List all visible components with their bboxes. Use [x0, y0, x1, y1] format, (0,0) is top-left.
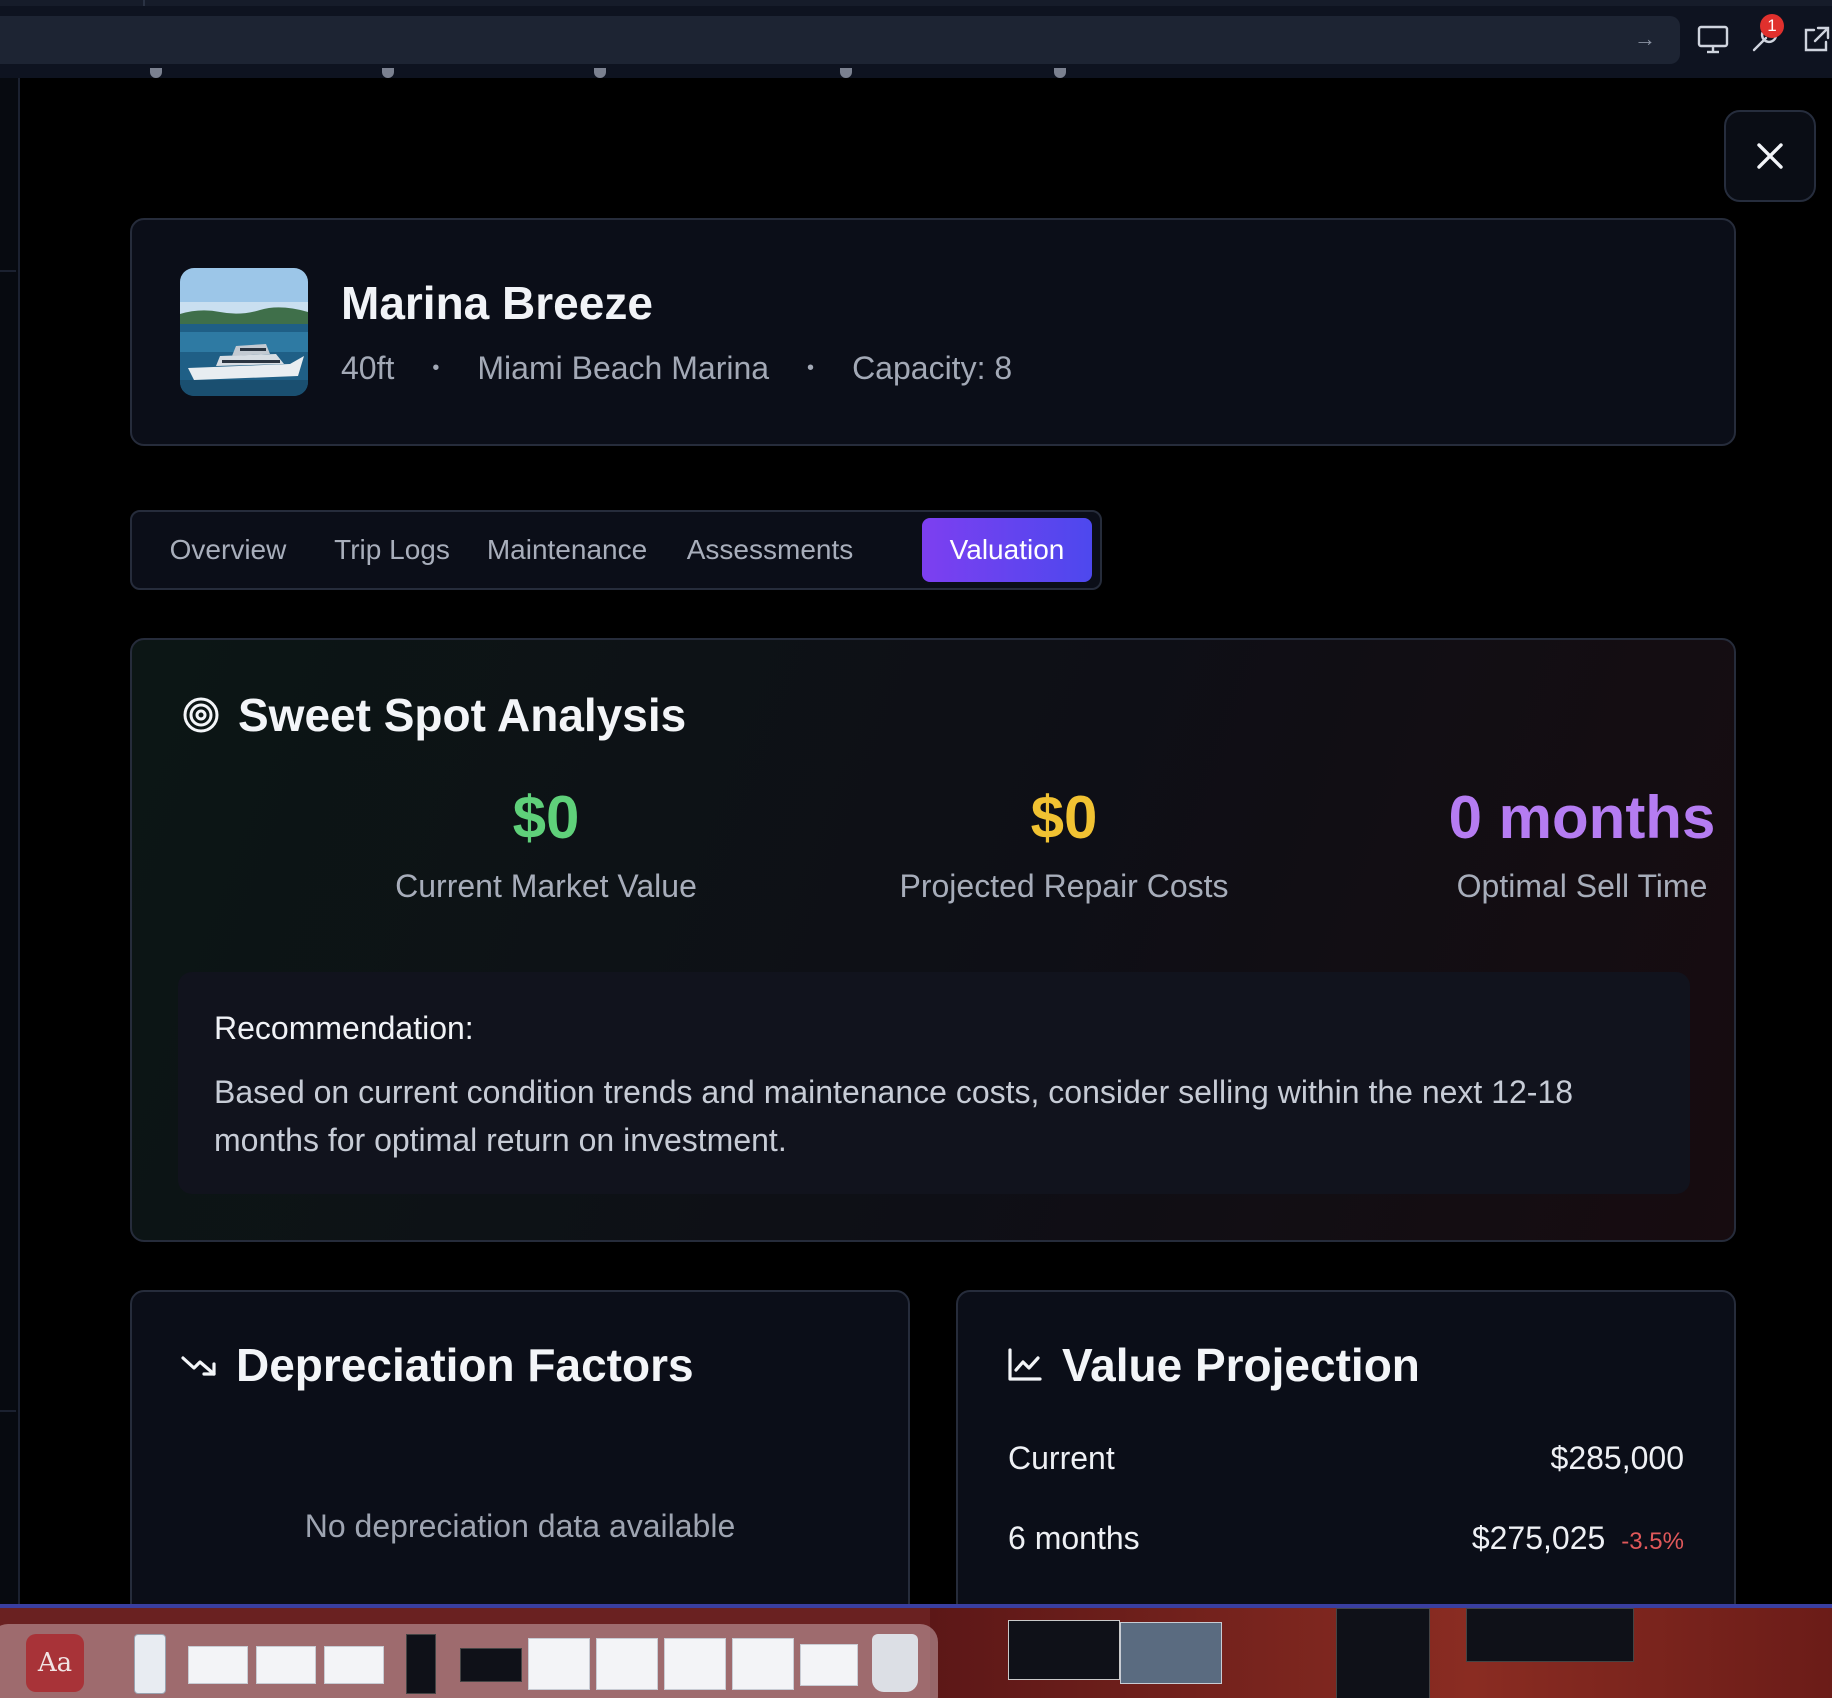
metric-projected-repair-costs: $0 Projected Repair Costs: [804, 782, 1324, 905]
desktop-window-thumbnail: [1120, 1622, 1222, 1684]
projection-period: 6 months: [1008, 1520, 1140, 1556]
screenshot-thumbnail[interactable]: [406, 1634, 436, 1694]
boat-capacity: Capacity: 8: [852, 350, 1013, 386]
address-bar[interactable]: →: [0, 16, 1680, 64]
sweet-spot-title: Sweet Spot Analysis: [238, 689, 687, 741]
value-projection-title: Value Projection: [1062, 1339, 1420, 1391]
dock: Aa: [0, 1608, 1832, 1698]
screenshot-thumbnail[interactable]: [188, 1646, 248, 1684]
boat-name: Marina Breeze: [341, 277, 653, 329]
metric-label: Projected Repair Costs: [899, 868, 1229, 904]
metric-value: 0 months: [1448, 784, 1716, 851]
tab-overview[interactable]: Overview: [144, 518, 312, 582]
screenshot-thumbnail[interactable]: [256, 1646, 316, 1684]
projection-row: Current $285,000: [1008, 1440, 1684, 1477]
desktop-window-thumbnail: [1466, 1608, 1634, 1662]
recommendation-box: Recommendation: Based on current conditi…: [178, 972, 1690, 1194]
projection-value: $275,025: [1471, 1520, 1606, 1556]
projection-period: Current: [1008, 1440, 1115, 1476]
tab-trip-logs[interactable]: Trip Logs: [320, 518, 464, 582]
value-projection-heading: Value Projection: [1006, 1338, 1420, 1392]
arrow-right-icon[interactable]: →: [1634, 28, 1656, 50]
tab-strip: [0, 0, 1832, 6]
close-button[interactable]: [1724, 110, 1816, 202]
target-icon: [183, 697, 219, 733]
boat-length: 40ft: [341, 350, 395, 386]
desktop-window-thumbnail: [1008, 1620, 1120, 1680]
monitor-icon[interactable]: [1696, 22, 1730, 56]
line-chart-icon: [1008, 1348, 1042, 1381]
meta-separator: •: [432, 357, 440, 379]
trending-down-icon: [181, 1356, 216, 1376]
screenshot-thumbnail[interactable]: [528, 1638, 590, 1690]
dictionary-app-icon[interactable]: Aa: [26, 1634, 84, 1692]
projection-row: 6 months $275,025 -3.5%: [1008, 1520, 1684, 1557]
tab-valuation[interactable]: Valuation: [922, 518, 1092, 582]
boat-meta: 40ft • Miami Beach Marina • Capacity: 8: [341, 350, 1012, 387]
metric-value: $0: [512, 784, 580, 851]
value-projection-card: Value Projection Current $285,000 6 mont…: [956, 1290, 1736, 1630]
tab-maintenance[interactable]: Maintenance: [472, 518, 662, 582]
left-rail: [0, 78, 20, 1604]
trash-icon[interactable]: [872, 1634, 918, 1692]
recommendation-title: Recommendation:: [214, 1010, 474, 1046]
clipped-text-descenders: [150, 68, 1130, 82]
projection-value: $285,000: [1550, 1440, 1684, 1476]
meta-separator: •: [807, 357, 815, 379]
sweet-spot-heading: Sweet Spot Analysis: [182, 688, 686, 742]
boat-thumbnail: [180, 268, 308, 396]
notification-badge: 1: [1760, 14, 1784, 38]
metric-value: $0: [1030, 784, 1098, 851]
desktop-window-thumbnail: [1336, 1608, 1430, 1698]
sweet-spot-card: Sweet Spot Analysis $0 Current Market Va…: [130, 638, 1736, 1242]
browser-toolbar: → 1: [0, 0, 1832, 78]
tab-bar: Overview Trip Logs Maintenance Assessmen…: [130, 510, 1102, 590]
external-link-icon[interactable]: [1800, 22, 1832, 56]
metric-current-market-value: $0 Current Market Value: [286, 782, 806, 905]
metric-optimal-sell-time: 0 months Optimal Sell Time: [1322, 782, 1832, 905]
screenshot-thumbnail[interactable]: [460, 1648, 522, 1682]
empty-state-message: No depreciation data available: [304, 1508, 736, 1544]
close-icon: [1757, 143, 1783, 169]
projection-change: -3.5%: [1621, 1528, 1684, 1555]
depreciation-heading: Depreciation Factors: [180, 1338, 694, 1392]
screenshot-thumbnail[interactable]: [800, 1644, 858, 1686]
screenshot-thumbnail[interactable]: [664, 1638, 726, 1690]
metric-label: Current Market Value: [395, 868, 697, 904]
boat-marina: Miami Beach Marina: [477, 350, 770, 386]
metric-label: Optimal Sell Time: [1456, 868, 1708, 904]
boat-header-card: Marina Breeze 40ft • Miami Beach Marina …: [130, 218, 1736, 446]
screenshot-thumbnail[interactable]: [732, 1638, 794, 1690]
depreciation-title: Depreciation Factors: [236, 1339, 694, 1391]
file-icon[interactable]: [134, 1634, 166, 1694]
screenshot-thumbnail[interactable]: [596, 1638, 658, 1690]
depreciation-card: Depreciation Factors No depreciation dat…: [130, 1290, 910, 1630]
tab-assessments[interactable]: Assessments: [670, 518, 870, 582]
screenshot-thumbnail[interactable]: [324, 1646, 384, 1684]
recommendation-text: Based on current condition trends and ma…: [214, 1074, 1574, 1158]
